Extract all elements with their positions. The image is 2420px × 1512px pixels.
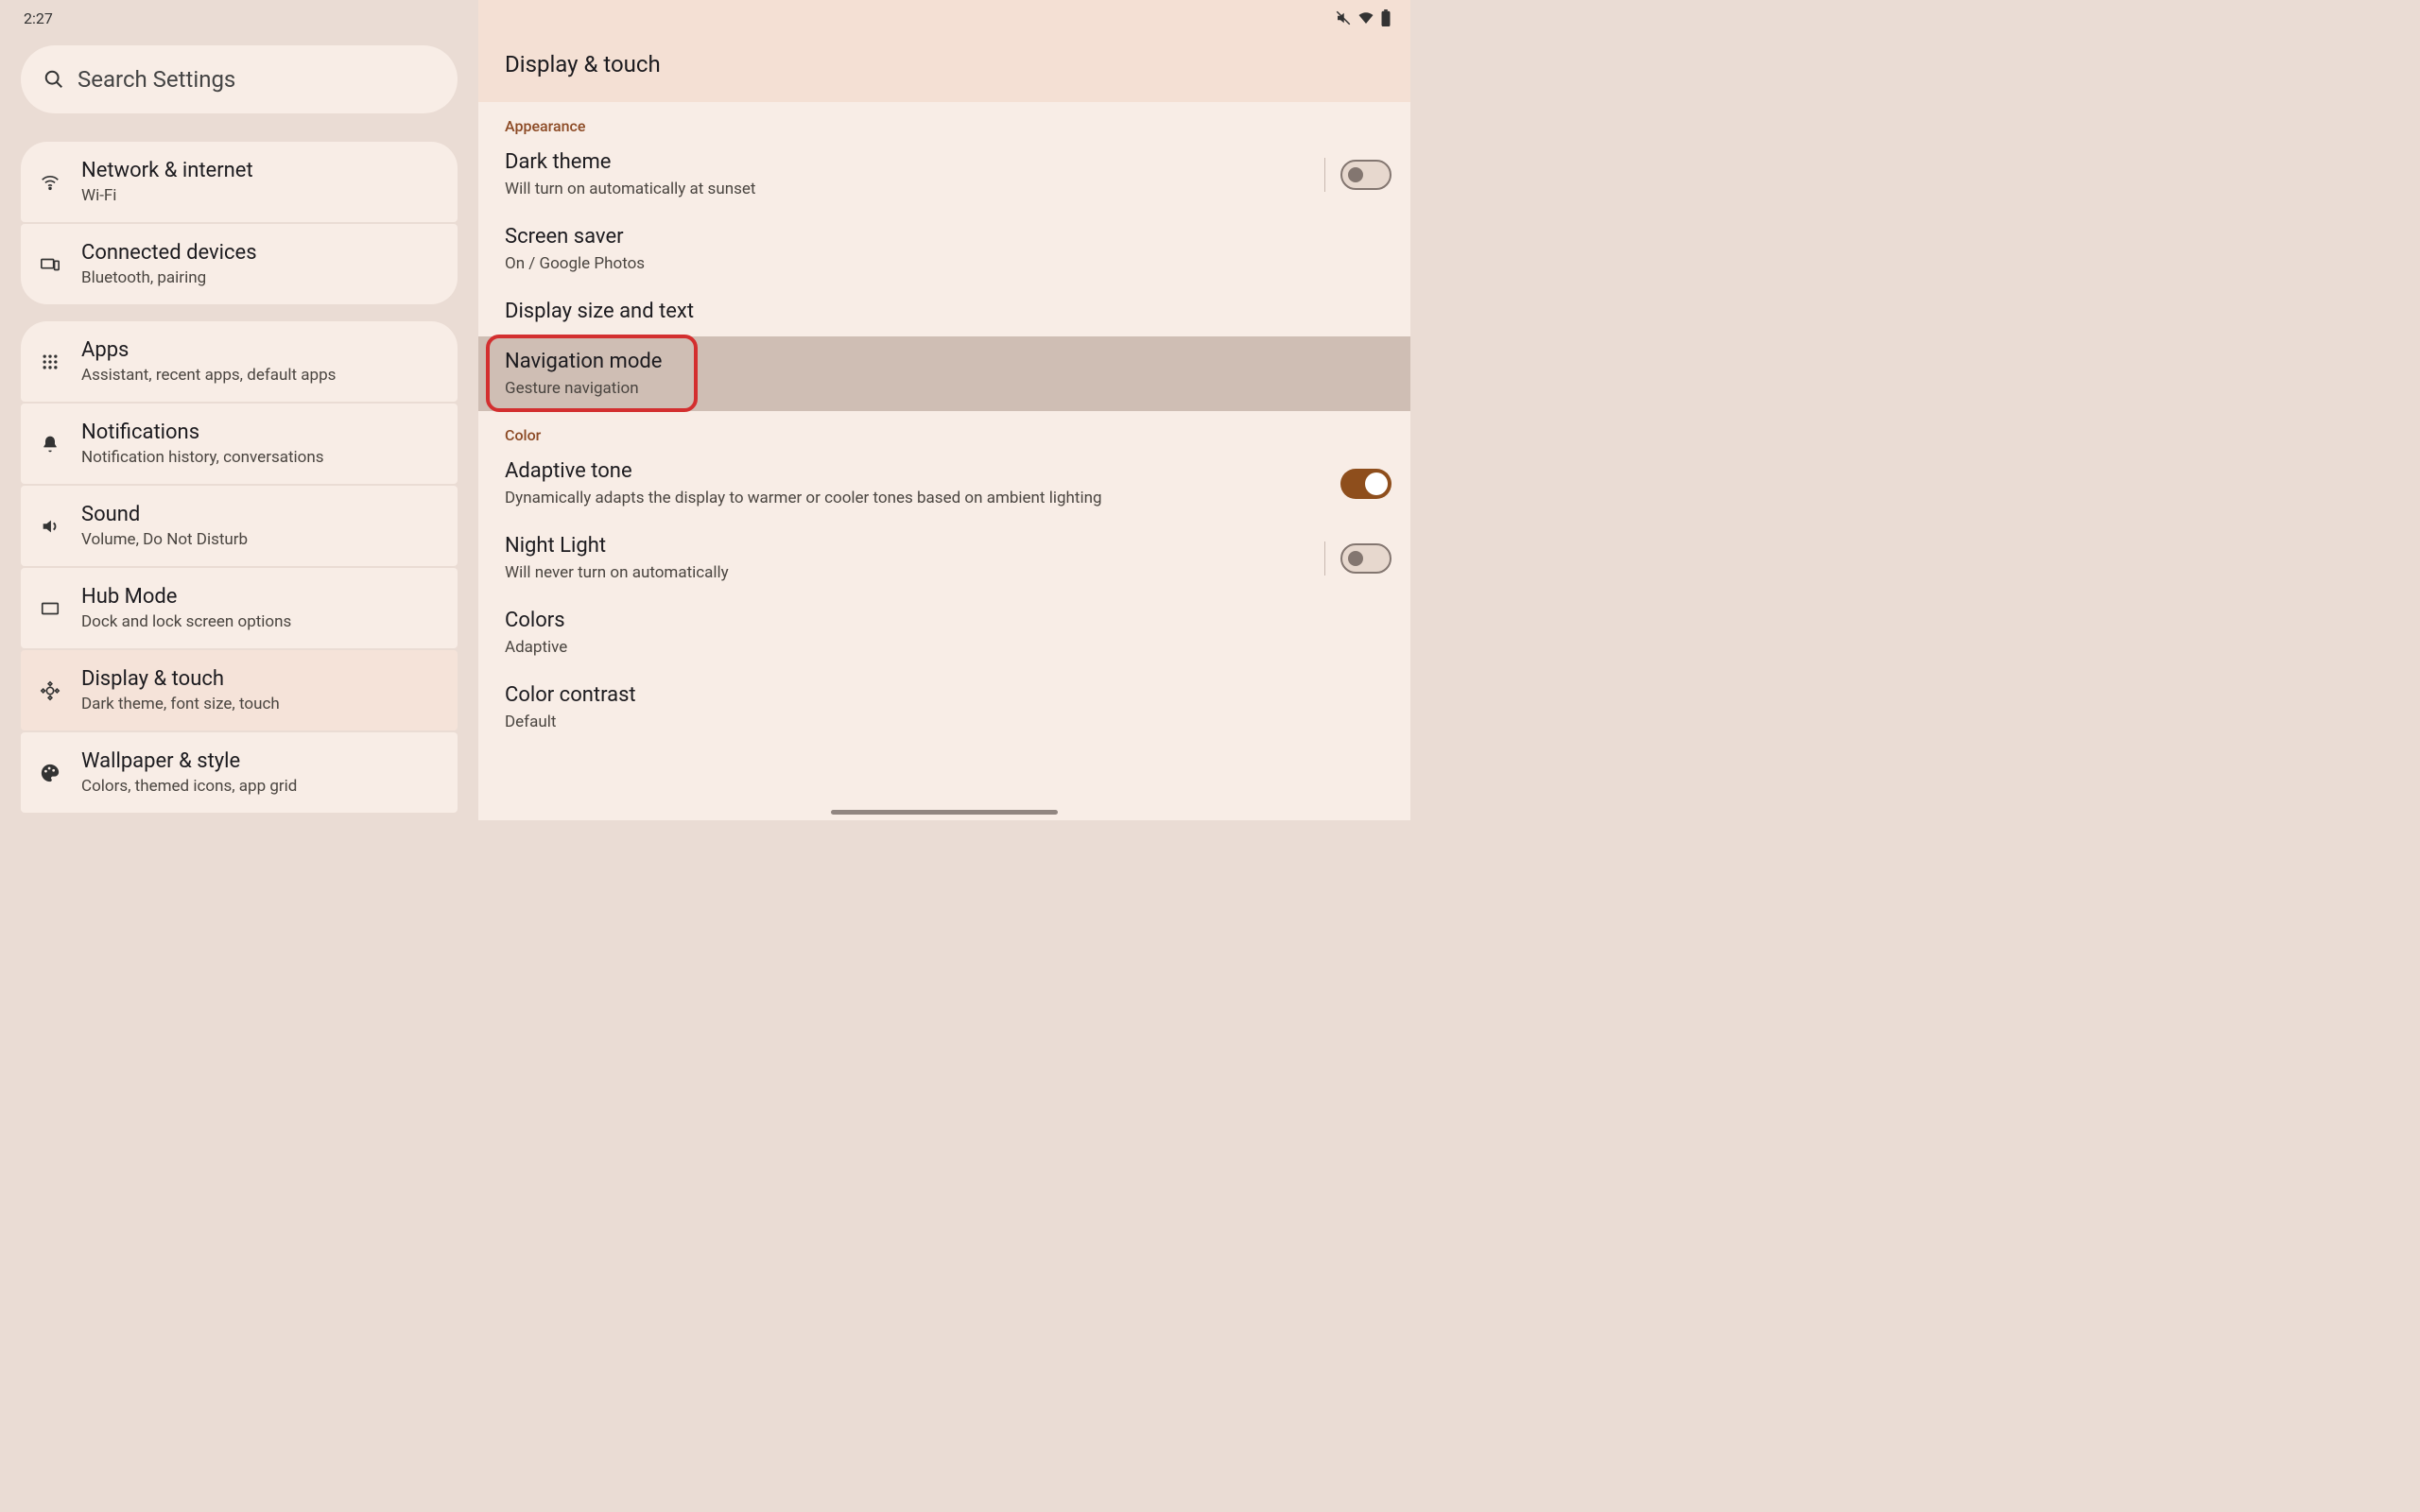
sidebar-item-label: Apps (81, 338, 336, 362)
section-header-appearance: Appearance (478, 102, 1410, 137)
sidebar-item-sub: Assistant, recent apps, default apps (81, 366, 336, 385)
setting-navigation-mode[interactable]: Navigation mode Gesture navigation (478, 336, 1410, 411)
settings-sidebar: 2:27 Search Settings Network & internet … (0, 0, 478, 820)
sidebar-item-wallpaper[interactable]: Wallpaper & style Colors, themed icons, … (21, 732, 458, 813)
sidebar-item-sub: Dock and lock screen options (81, 612, 291, 631)
sidebar-item-hub-mode[interactable]: Hub Mode Dock and lock screen options (21, 568, 458, 648)
adaptive-tone-toggle[interactable] (1340, 469, 1392, 499)
setting-title: Display size and text (505, 300, 1289, 323)
setting-night-light[interactable]: Night Light Will never turn on automatic… (478, 521, 1410, 595)
wifi-icon (40, 172, 60, 193)
sidebar-item-display-touch[interactable]: Display & touch Dark theme, font size, t… (21, 650, 458, 730)
sidebar-item-network[interactable]: Network & internet Wi-Fi (21, 142, 458, 222)
sidebar-item-label: Display & touch (81, 667, 280, 691)
setting-display-size-text[interactable]: Display size and text (478, 286, 1410, 336)
setting-title: Adaptive tone (505, 459, 1289, 483)
sidebar-item-label: Notifications (81, 421, 324, 444)
setting-colors[interactable]: Colors Adaptive (478, 595, 1410, 670)
dark-theme-toggle[interactable] (1340, 160, 1392, 190)
sidebar-item-label: Wallpaper & style (81, 749, 297, 773)
apps-icon (40, 352, 60, 372)
gesture-nav-handle[interactable] (831, 810, 1058, 815)
setting-sub: Default (505, 713, 1289, 731)
toggle-divider (1324, 541, 1325, 576)
page-title: Display & touch (478, 0, 1410, 102)
setting-title: Screen saver (505, 225, 1289, 249)
mute-icon (1335, 9, 1352, 26)
sidebar-item-sub: Bluetooth, pairing (81, 268, 257, 287)
sidebar-item-sub: Wi-Fi (81, 186, 253, 205)
sidebar-item-sound[interactable]: Sound Volume, Do Not Disturb (21, 486, 458, 566)
setting-sub: Dynamically adapts the display to warmer… (505, 489, 1289, 507)
sidebar-item-sub: Notification history, conversations (81, 448, 324, 467)
setting-title: Colors (505, 609, 1289, 632)
setting-sub: On / Google Photos (505, 254, 1289, 273)
search-placeholder: Search Settings (78, 66, 235, 93)
sidebar-item-label: Connected devices (81, 241, 257, 265)
setting-sub: Will never turn on automatically (505, 563, 1289, 582)
palette-icon (40, 763, 60, 783)
devices-icon (40, 254, 60, 275)
sidebar-item-notifications[interactable]: Notifications Notification history, conv… (21, 404, 458, 484)
setting-sub: Adaptive (505, 638, 1289, 657)
toggle-divider (1324, 158, 1325, 192)
status-bar-time: 2:27 (0, 0, 478, 34)
sidebar-item-sub: Dark theme, font size, touch (81, 695, 280, 713)
brightness-icon (40, 680, 60, 701)
search-container: Search Settings (21, 45, 458, 113)
sidebar-item-sub: Colors, themed icons, app grid (81, 777, 297, 796)
setting-color-contrast[interactable]: Color contrast Default (478, 670, 1410, 735)
sidebar-item-label: Hub Mode (81, 585, 291, 609)
sidebar-list: Network & internet Wi-Fi Connected devic… (0, 142, 478, 815)
sound-icon (40, 516, 60, 537)
search-icon (43, 69, 64, 90)
battery-icon (1380, 9, 1392, 26)
bell-icon (40, 434, 60, 455)
section-header-color: Color (478, 411, 1410, 446)
setting-title: Night Light (505, 534, 1289, 558)
sidebar-item-sub: Volume, Do Not Disturb (81, 530, 248, 549)
setting-title: Navigation mode (505, 350, 1289, 373)
night-light-toggle[interactable] (1340, 543, 1392, 574)
wifi-status-icon (1357, 9, 1374, 26)
sidebar-item-label: Sound (81, 503, 248, 526)
setting-screen-saver[interactable]: Screen saver On / Google Photos (478, 212, 1410, 286)
setting-title: Dark theme (505, 150, 1289, 174)
setting-dark-theme[interactable]: Dark theme Will turn on automatically at… (478, 137, 1410, 212)
sidebar-item-connected-devices[interactable]: Connected devices Bluetooth, pairing (21, 224, 458, 304)
hub-icon (40, 598, 60, 619)
setting-sub: Will turn on automatically at sunset (505, 180, 1289, 198)
sidebar-item-apps[interactable]: Apps Assistant, recent apps, default app… (21, 321, 458, 402)
status-bar-icons (1335, 9, 1392, 26)
setting-adaptive-tone[interactable]: Adaptive tone Dynamically adapts the dis… (478, 446, 1410, 521)
main-panel: Display & touch Appearance Dark theme Wi… (478, 0, 1410, 820)
setting-sub: Gesture navigation (505, 379, 1289, 398)
setting-title: Color contrast (505, 683, 1289, 707)
sidebar-item-label: Network & internet (81, 159, 253, 182)
search-bar[interactable]: Search Settings (21, 45, 458, 113)
